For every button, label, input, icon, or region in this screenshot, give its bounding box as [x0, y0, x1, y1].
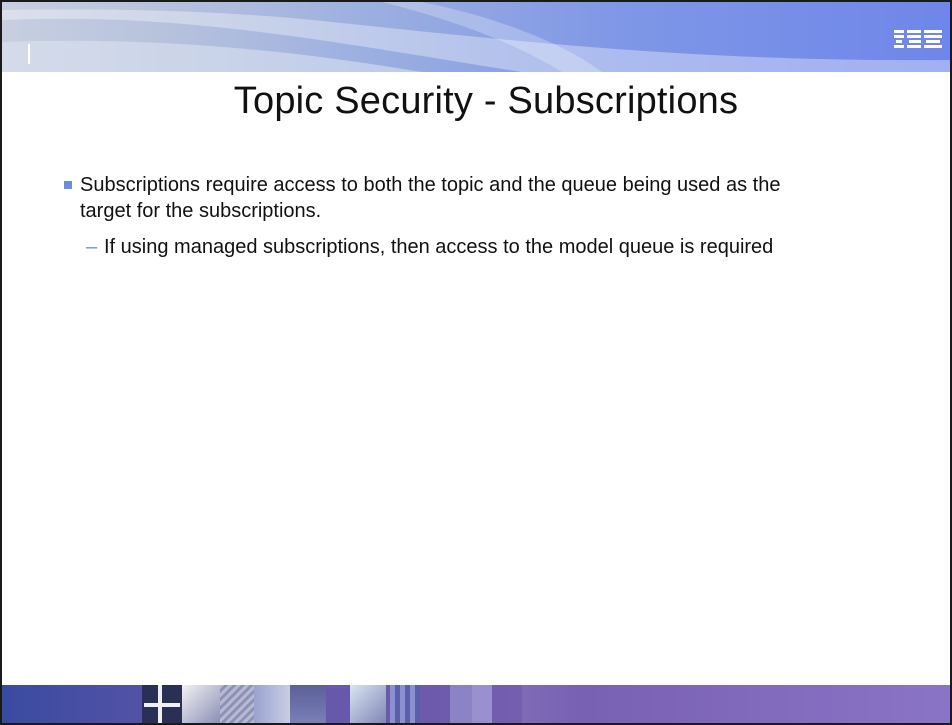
footer-photo-tile	[350, 685, 386, 723]
sub-bullet-item: – If using managed subscriptions, then a…	[86, 234, 826, 260]
sub-bullet-text: If using managed subscriptions, then acc…	[104, 236, 774, 258]
square-bullet-icon	[64, 181, 72, 189]
footer-photo-tile	[290, 685, 326, 723]
slide-content: Subscriptions require access to both the…	[64, 172, 826, 260]
banner-tick-mark	[28, 44, 30, 64]
footer-photo-tile	[254, 685, 290, 723]
slide: Topic Security - Subscriptions Subscript…	[0, 0, 952, 725]
footer-cross-graphic	[144, 685, 180, 723]
bullet-text: Subscriptions require access to both the…	[80, 174, 781, 222]
ibm-logo	[894, 30, 942, 48]
footer-photo-tile	[522, 685, 582, 723]
footer-photo-tile	[472, 685, 492, 723]
bullet-item: Subscriptions require access to both the…	[64, 172, 826, 224]
top-banner	[2, 2, 950, 72]
dash-bullet-icon: –	[86, 236, 98, 258]
footer-photo-tile	[390, 685, 420, 723]
footer-photo-tile	[182, 685, 220, 723]
banner-swoosh-graphic	[2, 2, 950, 72]
footer-photo-tile	[220, 685, 254, 723]
slide-title: Topic Security - Subscriptions	[233, 80, 739, 122]
footer-photo-tile	[450, 685, 472, 723]
bottom-banner	[2, 685, 950, 723]
